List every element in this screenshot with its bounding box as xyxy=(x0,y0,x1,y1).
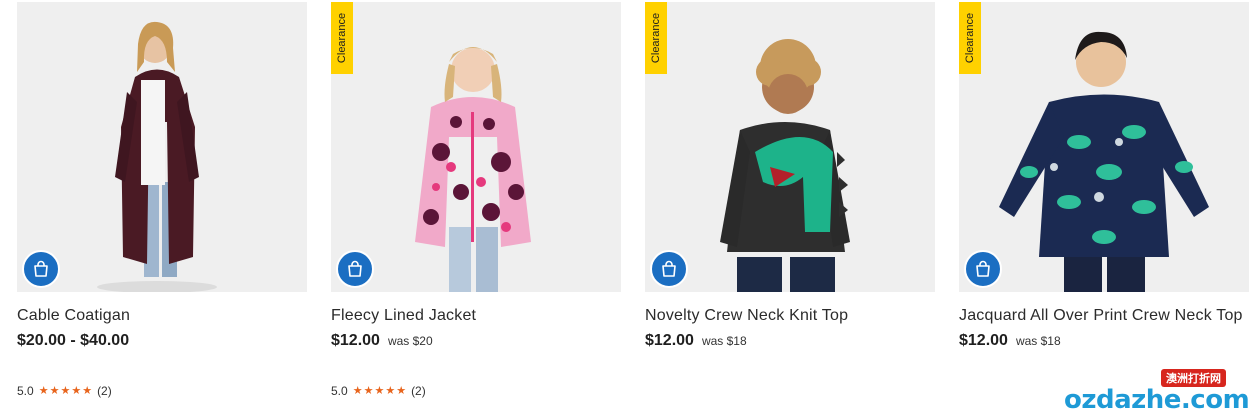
site-watermark: 澳洲打折网 ozdazhe.com xyxy=(1064,369,1250,415)
clearance-badge: Clearance xyxy=(645,2,667,74)
star-rating: ★ ★ ★ ★ ★ xyxy=(353,385,406,397)
price-row: $12.00 was $18 xyxy=(959,332,1249,350)
shopping-bag-icon xyxy=(976,260,990,277)
price-row: $12.00 was $18 xyxy=(645,332,935,350)
add-to-bag-button[interactable] xyxy=(650,250,688,288)
star-icon: ★ xyxy=(385,385,396,397)
product-image[interactable] xyxy=(17,2,307,292)
product-grid: Cable Coatigan $20.00 - $40.00 5.0 ★ ★ ★… xyxy=(17,2,1254,419)
star-icon: ★ xyxy=(363,385,374,397)
product-photo-boy-jacquard-top xyxy=(959,2,1249,292)
product-image[interactable]: Clearance xyxy=(959,2,1249,292)
add-to-bag-button[interactable] xyxy=(22,250,60,288)
clearance-badge: Clearance xyxy=(959,2,981,74)
star-icon: ★ xyxy=(60,385,71,397)
star-icon: ★ xyxy=(38,385,49,397)
was-price: was $18 xyxy=(701,334,747,348)
add-to-bag-button[interactable] xyxy=(964,250,1002,288)
watermark-text: ozdazhe.com xyxy=(1064,385,1250,415)
product-image[interactable]: Clearance xyxy=(331,2,621,292)
review-count: (2) xyxy=(97,384,112,398)
add-to-bag-button[interactable] xyxy=(336,250,374,288)
product-price: $20.00 - $40.00 xyxy=(17,332,130,349)
product-name[interactable]: Fleecy Lined Jacket xyxy=(331,304,621,328)
star-rating: ★ ★ ★ ★ ★ xyxy=(39,385,92,397)
star-icon: ★ xyxy=(396,385,407,397)
rating-value: 5.0 xyxy=(331,384,348,398)
rating-value: 5.0 xyxy=(17,384,34,398)
product-price: $12.00 xyxy=(959,332,1008,349)
shopping-bag-icon xyxy=(662,260,676,277)
shopping-bag-icon xyxy=(348,260,362,277)
product-image[interactable]: Clearance xyxy=(645,2,935,292)
product-rating[interactable]: 5.0 ★ ★ ★ ★ ★ (2) xyxy=(331,384,426,398)
star-icon: ★ xyxy=(374,385,385,397)
badge-label: Clearance xyxy=(964,12,977,64)
product-price: $12.00 xyxy=(331,332,380,349)
review-count: (2) xyxy=(411,384,426,398)
price-row: $12.00 was $20 xyxy=(331,332,621,350)
price-row: $20.00 - $40.00 xyxy=(17,332,307,350)
product-card[interactable]: Clearance Novelty Crew Neck Knit Top $12… xyxy=(645,2,935,350)
product-card[interactable]: Clearance Fleecy Lined Jacket $12.00 was… xyxy=(331,2,621,398)
product-name[interactable]: Cable Coatigan xyxy=(17,304,307,328)
star-icon: ★ xyxy=(49,385,60,397)
star-icon: ★ xyxy=(352,385,363,397)
product-photo-boy-dino-knit xyxy=(645,2,935,292)
product-card[interactable]: Cable Coatigan $20.00 - $40.00 5.0 ★ ★ ★… xyxy=(17,2,307,398)
badge-label: Clearance xyxy=(650,12,663,64)
product-photo-girl-jacket xyxy=(331,2,621,292)
was-price: was $20 xyxy=(387,334,433,348)
product-name[interactable]: Jacquard All Over Print Crew Neck Top xyxy=(959,304,1249,328)
was-price: was $18 xyxy=(1015,334,1061,348)
product-photo-woman-cardigan xyxy=(17,2,307,292)
product-name[interactable]: Novelty Crew Neck Knit Top xyxy=(645,304,935,328)
star-icon: ★ xyxy=(71,385,82,397)
product-card[interactable]: Clearance Jacquard All Over Print Crew N… xyxy=(959,2,1249,350)
badge-label: Clearance xyxy=(336,12,349,64)
product-price: $12.00 xyxy=(645,332,694,349)
star-icon: ★ xyxy=(82,385,93,397)
clearance-badge: Clearance xyxy=(331,2,353,74)
product-rating[interactable]: 5.0 ★ ★ ★ ★ ★ (2) xyxy=(17,384,112,398)
shopping-bag-icon xyxy=(34,260,48,277)
